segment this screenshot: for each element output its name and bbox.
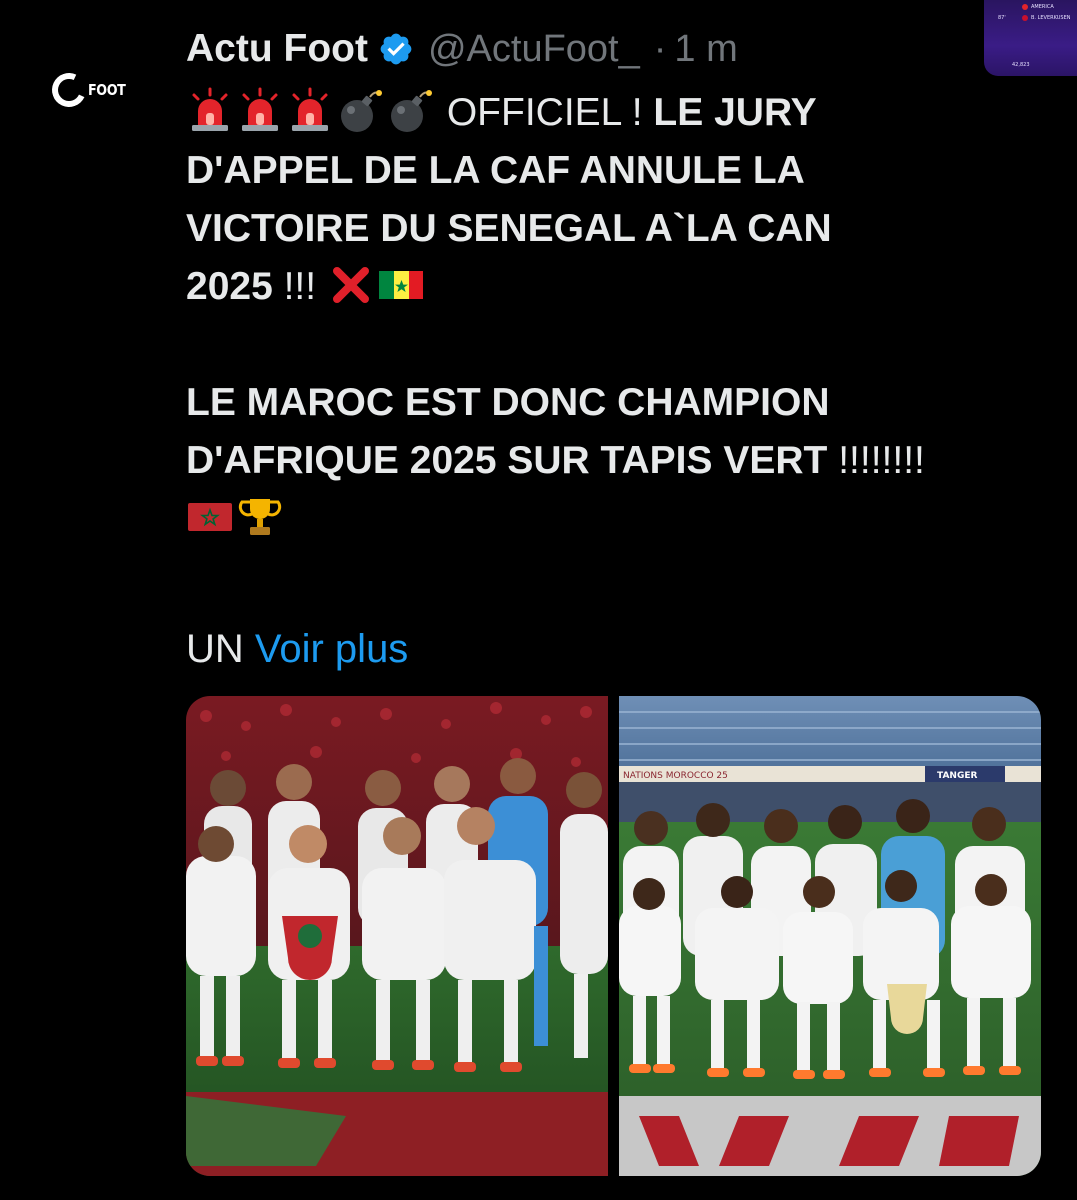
- banner-right-text: TANGER: [937, 771, 977, 781]
- tweet-line-1: OFFICIEL ! LE JURY: [186, 84, 1026, 142]
- media-photo-senegal[interactable]: NATIONS MOROCCO 25 TANGER: [619, 696, 1041, 1176]
- team-badge-icon: [1022, 15, 1028, 21]
- author-handle[interactable]: @ActuFoot_: [428, 28, 640, 71]
- tweet-text-afrique: D'AFRIQUE 2025 SUR TAPIS VERT: [186, 439, 828, 482]
- score-overlay-widget[interactable]: AMERICA 87' B. LEVERKUSEN 42,823: [984, 0, 1077, 76]
- tweet-text-exclaims: !!!!!!!!: [827, 439, 925, 482]
- team-badge-icon: [1022, 4, 1028, 10]
- avatar-logo-text: FOOT: [88, 81, 126, 99]
- tweet-timestamp[interactable]: 1 m: [674, 28, 737, 71]
- tweet-line-2: D'APPEL DE LA CAF ANNULE LA: [186, 149, 805, 192]
- senegal-flag-icon: [378, 271, 423, 299]
- widget-row-1: AMERICA: [1031, 4, 1054, 10]
- author-avatar[interactable]: FOOT: [47, 66, 132, 114]
- tweet-line-3: VICTOIRE DU SENEGAL A`LA CAN: [186, 207, 832, 250]
- media-photo-morocco[interactable]: [186, 696, 608, 1176]
- tweet-text-exclaim: !!!: [272, 265, 327, 308]
- tweet-line-4: 2025 !!!: [186, 258, 1026, 316]
- show-more-prefix: UN: [186, 627, 255, 671]
- tweet-header: Actu Foot @ActuFoot_ · 1 m: [186, 26, 738, 72]
- separator-dot: ·: [653, 27, 667, 70]
- widget-minute: 87': [998, 15, 1006, 21]
- photo-senegal-team-icon: NATIONS MOROCCO 25 TANGER: [619, 696, 1041, 1176]
- tweet-line-7: [186, 490, 1026, 548]
- tweet-line-5: LE MAROC EST DONC CHAMPION: [186, 381, 830, 424]
- tweet-text-officiel: OFFICIEL !: [446, 91, 654, 134]
- photo-morocco-team-icon: [186, 696, 608, 1176]
- tweet-text: OFFICIEL ! LE JURY D'APPEL DE LA CAF ANN…: [186, 84, 1026, 548]
- morocco-flag-icon: [188, 503, 232, 531]
- bomb-emoji-icon: [341, 90, 382, 132]
- tweet-line-6: D'AFRIQUE 2025 SUR TAPIS VERT !!!!!!!!: [186, 432, 1026, 490]
- tweet-spacer: [186, 316, 1026, 374]
- tweet-text-2025: 2025: [186, 265, 273, 308]
- verified-badge-icon: [378, 31, 414, 67]
- cross-mark-emoji-icon: [332, 267, 369, 303]
- trophy-emoji-icon: [238, 499, 282, 535]
- siren-emoji-icon: [192, 87, 228, 131]
- voir-plus-link[interactable]: Voir plus: [255, 627, 408, 671]
- siren-emoji-icon: [242, 87, 278, 131]
- bomb-emoji-icon: [391, 90, 432, 132]
- show-more-row: UN Voir plus: [186, 624, 408, 674]
- author-name[interactable]: Actu Foot: [186, 27, 368, 71]
- avatar-logo-ring: [47, 68, 91, 112]
- widget-row-3: 42,823: [1012, 62, 1030, 68]
- banner-left-text: NATIONS MOROCCO 25: [623, 771, 728, 781]
- tweet-text-jury: LE JURY: [653, 91, 817, 134]
- widget-row-2: B. LEVERKUSEN: [1031, 15, 1071, 21]
- siren-emoji-icon: [292, 87, 328, 131]
